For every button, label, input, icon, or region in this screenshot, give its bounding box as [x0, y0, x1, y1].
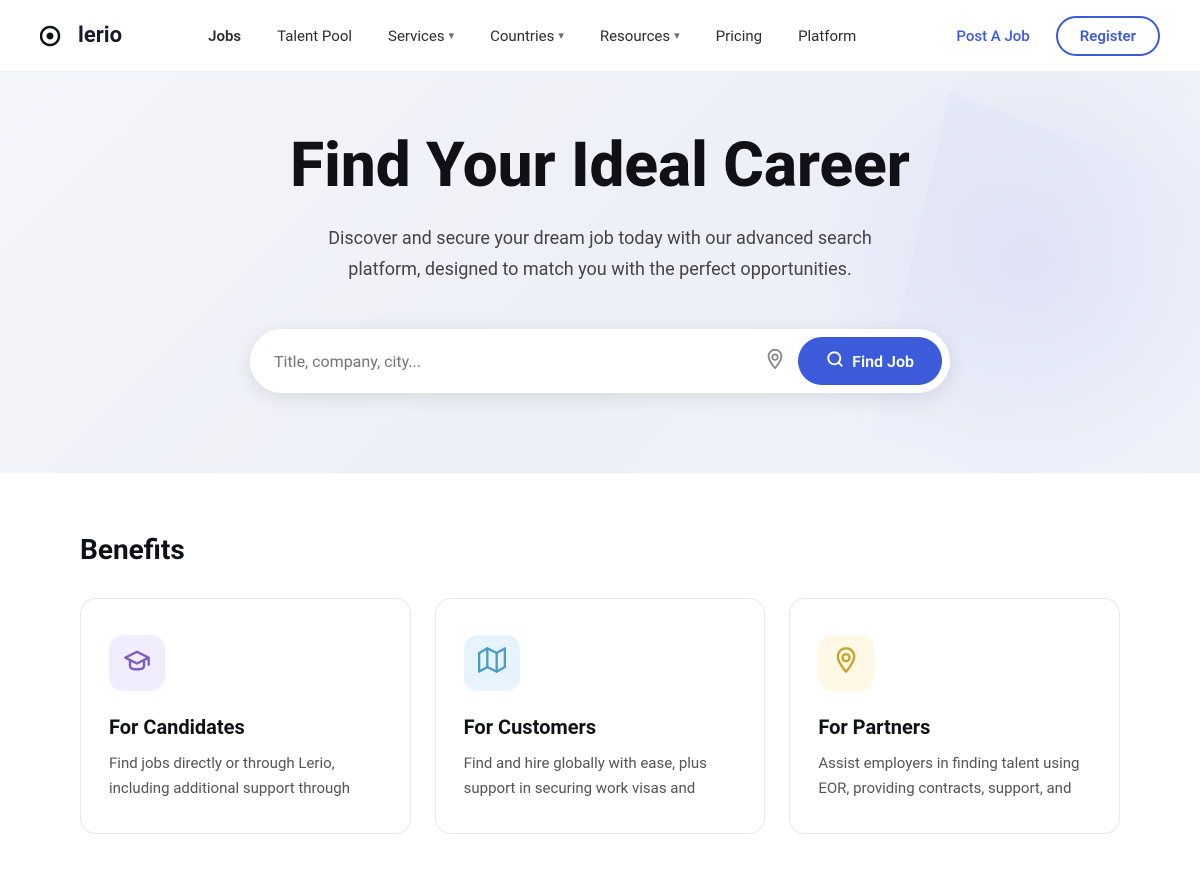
partners-icon-wrap	[818, 635, 874, 691]
nav-item-services[interactable]: Services ▾	[374, 19, 468, 53]
customers-card-title: For Customers	[464, 715, 737, 739]
customers-icon-wrap	[464, 635, 520, 691]
nav-item-talent-pool[interactable]: Talent Pool	[263, 19, 366, 53]
benefits-grid: For Candidates Find jobs directly or thr…	[80, 598, 1120, 834]
find-job-label: Find Job	[852, 352, 914, 371]
candidates-card-text: Find jobs directly or through Lerio, inc…	[109, 751, 382, 801]
nav-links: Jobs Talent Pool Services ▾ Countries ▾ …	[194, 19, 870, 53]
benefits-section: Benefits For Candidates Find jobs direct…	[0, 473, 1200, 874]
post-job-button[interactable]: Post A Job	[942, 19, 1043, 53]
search-bar: Find Job	[250, 329, 950, 393]
nav-actions: Post A Job Register	[942, 16, 1160, 56]
nav-item-pricing[interactable]: Pricing	[702, 19, 776, 53]
nav-item-platform[interactable]: Platform	[784, 19, 870, 53]
map-icon	[478, 646, 506, 680]
resources-chevron-icon: ▾	[674, 29, 680, 42]
countries-chevron-icon: ▾	[558, 29, 564, 42]
benefit-card-partners: For Partners Assist employers in finding…	[789, 598, 1120, 834]
search-icon	[826, 350, 844, 372]
customers-card-text: Find and hire globally with ease, plus s…	[464, 751, 737, 801]
partners-card-text: Assist employers in finding talent using…	[818, 751, 1091, 801]
candidates-card-title: For Candidates	[109, 715, 382, 739]
pin-icon	[832, 646, 860, 680]
benefit-card-candidates: For Candidates Find jobs directly or thr…	[80, 598, 411, 834]
services-chevron-icon: ▾	[449, 29, 455, 42]
nav-item-jobs[interactable]: Jobs	[194, 19, 255, 53]
logo[interactable]: lerio	[40, 20, 122, 52]
hero-subtitle: Discover and secure your dream job today…	[310, 224, 890, 285]
graduation-icon	[123, 646, 151, 680]
find-job-button[interactable]: Find Job	[798, 337, 942, 385]
partners-card-title: For Partners	[818, 715, 1091, 739]
navbar: lerio Jobs Talent Pool Services ▾ Countr…	[0, 0, 1200, 72]
logo-text: lerio	[78, 23, 122, 48]
nav-item-resources[interactable]: Resources ▾	[586, 19, 694, 53]
hero-title: Find Your Ideal Career	[290, 132, 910, 200]
candidates-icon-wrap	[109, 635, 165, 691]
nav-item-countries[interactable]: Countries ▾	[476, 19, 578, 53]
register-button[interactable]: Register	[1056, 16, 1160, 56]
benefits-title: Benefits	[80, 533, 1120, 566]
benefit-card-customers: For Customers Find and hire globally wit…	[435, 598, 766, 834]
search-input[interactable]	[274, 352, 764, 371]
location-icon[interactable]	[764, 348, 786, 375]
hero-section: Find Your Ideal Career Discover and secu…	[0, 72, 1200, 473]
